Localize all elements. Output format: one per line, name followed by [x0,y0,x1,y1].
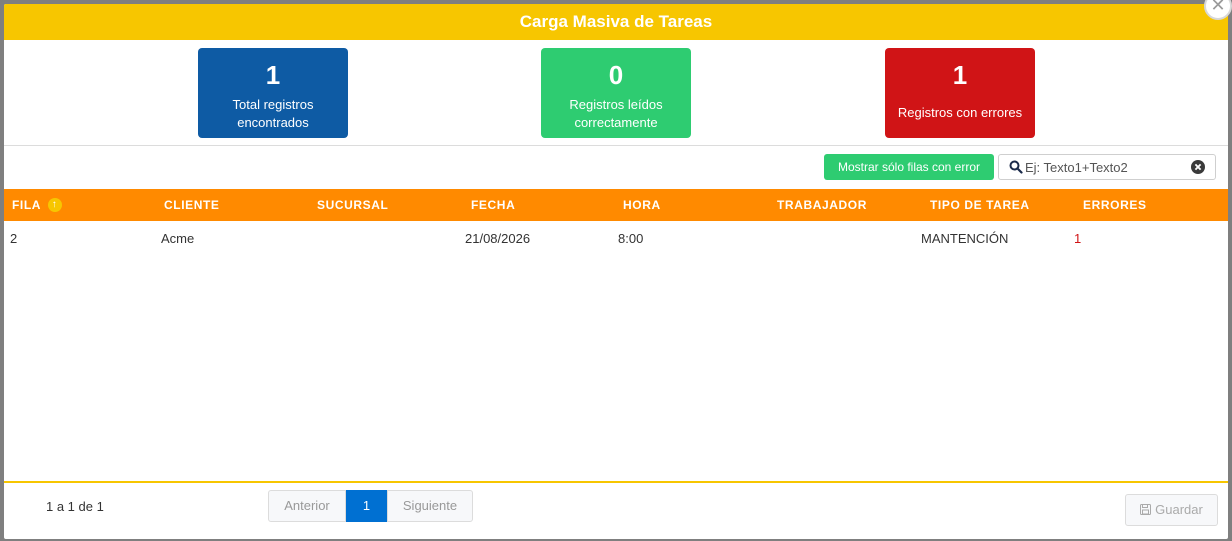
page-button-current[interactable]: 1 [346,490,387,522]
column-header-fecha[interactable]: FECHA [471,189,515,221]
next-page-button[interactable]: Siguiente [387,490,473,522]
pagination: Anterior 1 Siguiente [268,490,473,522]
modal-footer: 1 a 1 de 1 Anterior 1 Siguiente Guardar [4,483,1228,535]
clear-search-icon[interactable] [1191,160,1205,174]
modal-header: Carga Masiva de Tareas [4,4,1228,40]
stat-label: Registros leídos correctamente [569,97,663,130]
stat-value: 1 [265,60,281,90]
cell-hora: 8:00 [618,231,644,246]
stat-value: 0 [608,60,624,90]
cell-errores[interactable]: 1 [1074,231,1081,246]
cell-fila: 2 [10,231,18,246]
stat-read-records: 0 Registros leídos correctamente [541,48,691,138]
search-input[interactable] [1025,158,1185,176]
table-row[interactable]: 2 Acme 21/08/2026 8:00 MANTENCIÓN 1 [4,221,1228,257]
column-header-sucursal[interactable]: SUCURSAL [317,189,388,221]
cell-cliente: Acme [161,231,195,246]
table-toolbar: Mostrar sólo filas con error [4,146,1228,189]
stat-total-records: 1 Total registros encontrados [198,48,348,138]
search-box[interactable] [998,154,1216,180]
stat-error-records: 1 Registros con errores [885,48,1035,138]
floppy-disk-icon [1140,504,1152,516]
pagination-range: 1 a 1 de 1 [46,499,104,514]
search-icon [1009,160,1023,174]
table-body: 2 Acme 21/08/2026 8:00 MANTENCIÓN 1 [4,221,1228,483]
stat-value: 1 [952,60,968,90]
column-header-tipo-de-tarea[interactable]: TIPO DE TAREA [930,189,1030,221]
cell-tipo-de-tarea: MANTENCIÓN [921,231,1009,246]
bulk-upload-modal: Carga Masiva de Tareas 1 Total registros… [4,4,1228,539]
save-button[interactable]: Guardar [1125,494,1218,526]
column-header-cliente[interactable]: CLIENTE [164,189,220,221]
stats-panel: 1 Total registros encontrados 0 Registro… [4,40,1228,146]
stat-label: Total registros encontrados [232,97,314,130]
save-button-label: Guardar [1155,502,1203,517]
cell-fecha: 21/08/2026 [465,231,531,246]
column-header-trabajador[interactable]: TRABAJADOR [777,189,867,221]
table-header: FILA ↑ CLIENTE SUCURSAL FECHA HORA TRABA… [4,189,1228,221]
previous-page-button[interactable]: Anterior [268,490,346,522]
column-header-fila[interactable]: FILA ↑ [12,189,62,221]
close-icon: ✕ [1210,0,1226,15]
stat-label: Registros con errores [897,105,1023,120]
modal-title: Carga Masiva de Tareas [519,12,713,31]
column-header-errores[interactable]: ERRORES [1083,189,1147,221]
column-header-hora[interactable]: HORA [623,189,661,221]
sort-ascending-icon[interactable]: ↑ [47,197,62,212]
show-error-rows-button[interactable]: Mostrar sólo filas con error [824,154,994,180]
